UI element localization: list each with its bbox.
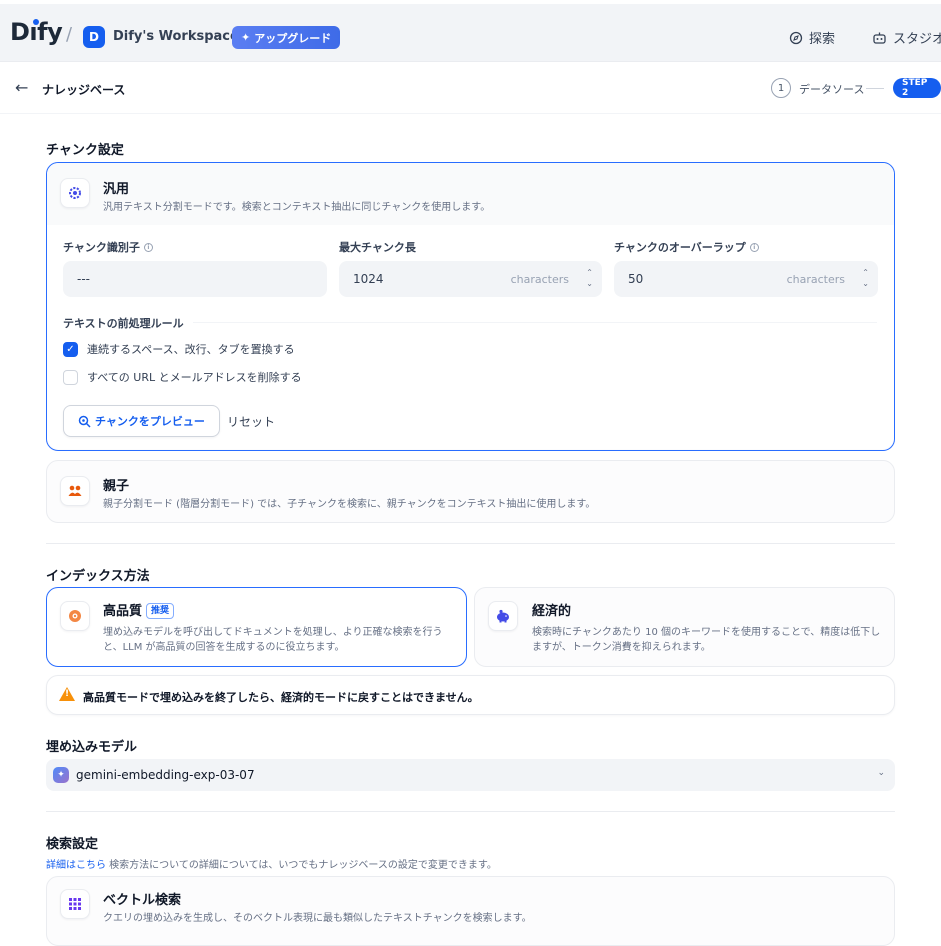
workspace-avatar[interactable]: D — [83, 26, 105, 48]
max-length-label: 最大チャンク長 — [339, 239, 416, 255]
gemini-icon: ✦ — [53, 767, 69, 783]
upgrade-label: アップグレード — [254, 31, 332, 45]
general-title: 汎用 — [103, 182, 130, 197]
gear-icon — [60, 178, 90, 208]
retrieval-section-title: 検索設定 — [46, 837, 99, 852]
separator-label-text: チャンク識別子 — [63, 241, 140, 254]
rule-remove-urls[interactable]: すべての URL とメールアドレスを削除する — [63, 369, 302, 385]
overlap-label: チャンクのオーバーラップ i — [614, 239, 759, 255]
stepper-icon[interactable]: ⌃ ⌄ — [862, 267, 869, 289]
step2-badge: STEP 2 — [893, 78, 941, 98]
piggy-bank-icon — [488, 601, 518, 631]
compass-icon — [789, 31, 803, 44]
economy-title: 経済的 — [532, 604, 572, 619]
dify-logo[interactable]: Dıfy — [10, 18, 63, 46]
checkbox-unchecked[interactable] — [63, 369, 78, 385]
info-icon[interactable]: i — [143, 242, 153, 252]
embedding-model-name: gemini-embedding-exp-03-07 — [76, 768, 255, 782]
robot-icon — [873, 32, 886, 44]
max-length-input[interactable]: 1024 characters ⌃ ⌄ — [339, 261, 602, 297]
nav-studio[interactable]: スタジオ — [872, 28, 941, 47]
rule2-label: すべての URL とメールアドレスを削除する — [87, 371, 302, 384]
parent-child-desc: 親子分割モード (階層分割モード) では、子チャンクを検索に、親チャンクをコンテ… — [103, 499, 596, 510]
chevron-down-icon: ⌄ — [877, 768, 885, 778]
embedding-section-title: 埋め込みモデル — [46, 740, 138, 755]
parent-child-chunk-card[interactable]: 親子 親子分割モード (階層分割モード) では、子チャンクを検索に、親チャンクを… — [46, 460, 895, 523]
embedding-model-select[interactable]: ✦ gemini-embedding-exp-03-07 ⌄ — [46, 759, 895, 791]
page-title: ナレッジベース — [42, 83, 126, 97]
section-divider — [46, 543, 895, 544]
parent-child-icon — [60, 476, 90, 506]
rule-replace-spaces[interactable]: ✓ 連続するスペース、改行、タブを置換する — [63, 341, 295, 357]
high-quality-title-text: 高品質 — [103, 604, 143, 619]
max-length-label-text: 最大チャンク長 — [339, 241, 416, 254]
separator-label: チャンク識別子 i — [63, 239, 153, 255]
overlap-value: 50 — [628, 272, 644, 286]
index-section-title: インデックス方法 — [46, 569, 150, 584]
learn-more-link[interactable]: 詳細はこちら — [46, 860, 106, 871]
high-quality-option[interactable]: 高品質 推奨 埋め込みモデルを呼び出してドキュメントを処理し、より正確な検索を行う… — [46, 587, 467, 667]
nav-explore[interactable]: 探索 — [789, 28, 835, 47]
step-connector — [866, 88, 884, 89]
separator-value: --- — [77, 272, 90, 286]
max-length-value: 1024 — [353, 272, 384, 286]
nav-explore-label: 探索 — [809, 32, 836, 47]
separator-input[interactable]: --- — [63, 261, 327, 297]
index-warning-banner: 高品質モードで埋め込みを終了したら、経済的モードに戻すことはできません。 — [46, 675, 895, 715]
reset-button[interactable]: リセット — [227, 413, 275, 430]
info-icon[interactable]: i — [749, 242, 759, 252]
parent-child-title: 親子 — [103, 479, 130, 494]
page-header: ← ナレッジベース 1 データソース STEP 2 — [0, 62, 941, 114]
vector-grid-icon — [60, 889, 90, 919]
target-icon — [60, 601, 90, 631]
chevron-down-icon[interactable]: ⌄ — [213, 29, 221, 40]
back-arrow-icon[interactable]: ← — [15, 78, 28, 97]
vector-search-title: ベクトル検索 — [103, 893, 182, 908]
overlap-label-text: チャンクのオーバーラップ — [614, 241, 746, 254]
general-desc: 汎用テキスト分割モードです。検索とコンテキスト抽出に同じチャンクを使用します。 — [103, 202, 491, 213]
preview-label: チャンクをプレビュー — [95, 415, 205, 428]
checkbox-checked[interactable]: ✓ — [63, 341, 78, 357]
general-card-body: チャンク識別子 i --- 最大チャンク長 1024 characters ⌃ ⌄… — [47, 225, 894, 449]
chunk-section-title: チャンク設定 — [46, 143, 124, 158]
retrieval-desc-text: 検索方法についての詳細については、いつでもナレッジベースの設定で変更できます。 — [106, 860, 497, 871]
preprocess-rules-label: テキストの前処理ルール — [63, 317, 184, 330]
nav-studio-label: スタジオ — [893, 32, 941, 47]
vector-search-card[interactable]: ベクトル検索 クエリの埋め込みを生成し、そのベクトル表現に最も類似したテキストチ… — [46, 876, 895, 946]
rules-divider — [193, 322, 877, 323]
warning-icon — [59, 687, 75, 701]
search-icon — [78, 415, 91, 428]
top-navigation-bar: Dıfy / D Dify's Workspace ⌄ ✦ アップグレード 探索… — [0, 0, 941, 62]
rule1-label: 連続するスペース、改行、タブを置換する — [87, 343, 295, 356]
general-card-header: 汎用 汎用テキスト分割モードです。検索とコンテキスト抽出に同じチャンクを使用しま… — [47, 163, 894, 225]
overlap-unit: characters — [786, 273, 845, 286]
step1-number: 1 — [771, 78, 791, 98]
retrieval-description: 詳細はこちら 検索方法についての詳細については、いつでもナレッジベースの設定で変… — [46, 856, 497, 871]
economy-option[interactable]: 経済的 検索時にチャンクあたり 10 個のキーワードを使用することで、精度は低下… — [474, 587, 895, 667]
overlap-input[interactable]: 50 characters ⌃ ⌄ — [614, 261, 878, 297]
step1-label: データソース — [799, 83, 865, 96]
high-quality-desc: 埋め込みモデルを呼び出してドキュメントを処理し、より正確な検索を行うと、LLM … — [103, 627, 443, 653]
stepper-icon[interactable]: ⌃ ⌄ — [586, 267, 593, 289]
preview-chunk-button[interactable]: チャンクをプレビュー — [63, 405, 220, 437]
breadcrumb-separator: / — [66, 24, 73, 45]
recommended-badge: 推奨 — [146, 603, 175, 619]
vector-search-desc: クエリの埋め込みを生成し、そのベクトル表現に最も類似したテキストチャンクを検索し… — [103, 913, 532, 924]
general-chunk-card[interactable]: 汎用 汎用テキスト分割モードです。検索とコンテキスト抽出に同じチャンクを使用しま… — [46, 162, 895, 451]
upgrade-button[interactable]: ✦ アップグレード — [232, 26, 341, 49]
warning-text: 高品質モードで埋め込みを終了したら、経済的モードに戻すことはできません。 — [83, 691, 479, 704]
max-length-unit: characters — [510, 273, 569, 286]
high-quality-title: 高品質 推奨 — [103, 600, 175, 619]
sparkle-icon: ✦ — [241, 31, 251, 44]
section-divider — [46, 811, 895, 812]
economy-desc: 検索時にチャンクあたり 10 個のキーワードを使用することで、精度は低下しますが… — [532, 627, 881, 653]
